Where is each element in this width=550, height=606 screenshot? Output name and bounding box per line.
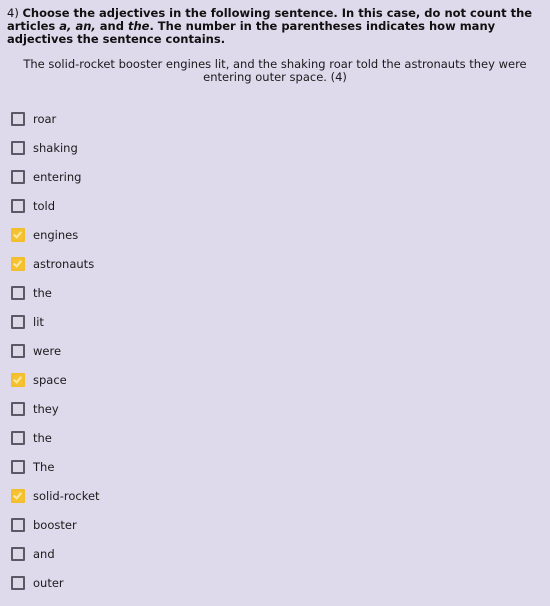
option-label: were (33, 343, 62, 358)
checkbox-unchecked-icon[interactable] (11, 575, 25, 590)
option-engines[interactable]: engines (0, 220, 550, 249)
option-label: lit (33, 314, 44, 329)
option-label: solid-rocket (33, 488, 100, 503)
checkbox-checked-icon[interactable] (11, 488, 25, 503)
question-instructions: Choose the adjectives in the following s… (7, 6, 532, 46)
checkbox-unchecked-icon[interactable] (11, 401, 25, 416)
question-prompt: 4) Choose the adjectives in the followin… (7, 7, 547, 46)
option-shaking[interactable]: shaking (0, 133, 550, 162)
option-astronauts[interactable]: astronauts (0, 249, 550, 278)
option-label: entering (33, 169, 82, 184)
option-label: they (33, 401, 59, 416)
option-the[interactable]: The (0, 452, 550, 481)
checkbox-unchecked-icon[interactable] (11, 314, 25, 329)
option-told[interactable]: told (0, 191, 550, 220)
checkbox-checked-icon[interactable] (11, 372, 25, 387)
option-label: and (33, 546, 55, 561)
checkbox-unchecked-icon[interactable] (11, 140, 25, 155)
question-number: 4) (7, 6, 19, 20)
checkbox-checked-icon[interactable] (11, 256, 25, 271)
checkbox-unchecked-icon[interactable] (11, 343, 25, 358)
option-label: The (33, 459, 55, 474)
checkbox-unchecked-icon[interactable] (11, 285, 25, 300)
checkbox-unchecked-icon[interactable] (11, 459, 25, 474)
checkbox-unchecked-icon[interactable] (11, 169, 25, 184)
target-sentence: The solid-rocket booster engines lit, an… (23, 57, 527, 84)
option-entering[interactable]: entering (0, 162, 550, 191)
article-the: the (127, 19, 150, 33)
option-label: booster (33, 517, 77, 532)
option-outer[interactable]: outer (0, 568, 550, 597)
article-a: a, (59, 19, 72, 33)
checkbox-unchecked-icon[interactable] (11, 546, 25, 561)
option-they[interactable]: they (0, 394, 550, 423)
option-solid-rocket[interactable]: solid-rocket (0, 481, 550, 510)
option-label: outer (33, 575, 64, 590)
option-label: roar (33, 111, 57, 126)
checkbox-unchecked-icon[interactable] (11, 517, 25, 532)
checkbox-checked-icon[interactable] (11, 227, 25, 242)
option-the[interactable]: the (0, 278, 550, 307)
option-the[interactable]: the (0, 423, 550, 452)
option-roar[interactable]: roar (0, 104, 550, 133)
checkbox-unchecked-icon[interactable] (11, 111, 25, 126)
option-label: the (33, 430, 52, 445)
answer-options: roar shaking entering told engines astronauts… (0, 104, 550, 597)
instructions-and: and (95, 19, 128, 33)
option-label: the (33, 285, 52, 300)
checkbox-unchecked-icon[interactable] (11, 430, 25, 445)
option-label: shaking (33, 140, 78, 155)
option-booster[interactable]: booster (0, 510, 550, 539)
option-and[interactable]: and (0, 539, 550, 568)
option-label: engines (33, 227, 79, 242)
option-were[interactable]: were (0, 336, 550, 365)
option-space[interactable]: space (0, 365, 550, 394)
option-label: space (33, 372, 67, 387)
option-label: astronauts (33, 256, 95, 271)
option-label: told (33, 198, 56, 213)
checkbox-unchecked-icon[interactable] (11, 198, 25, 213)
option-lit[interactable]: lit (0, 307, 550, 336)
article-an: an, (75, 19, 96, 33)
